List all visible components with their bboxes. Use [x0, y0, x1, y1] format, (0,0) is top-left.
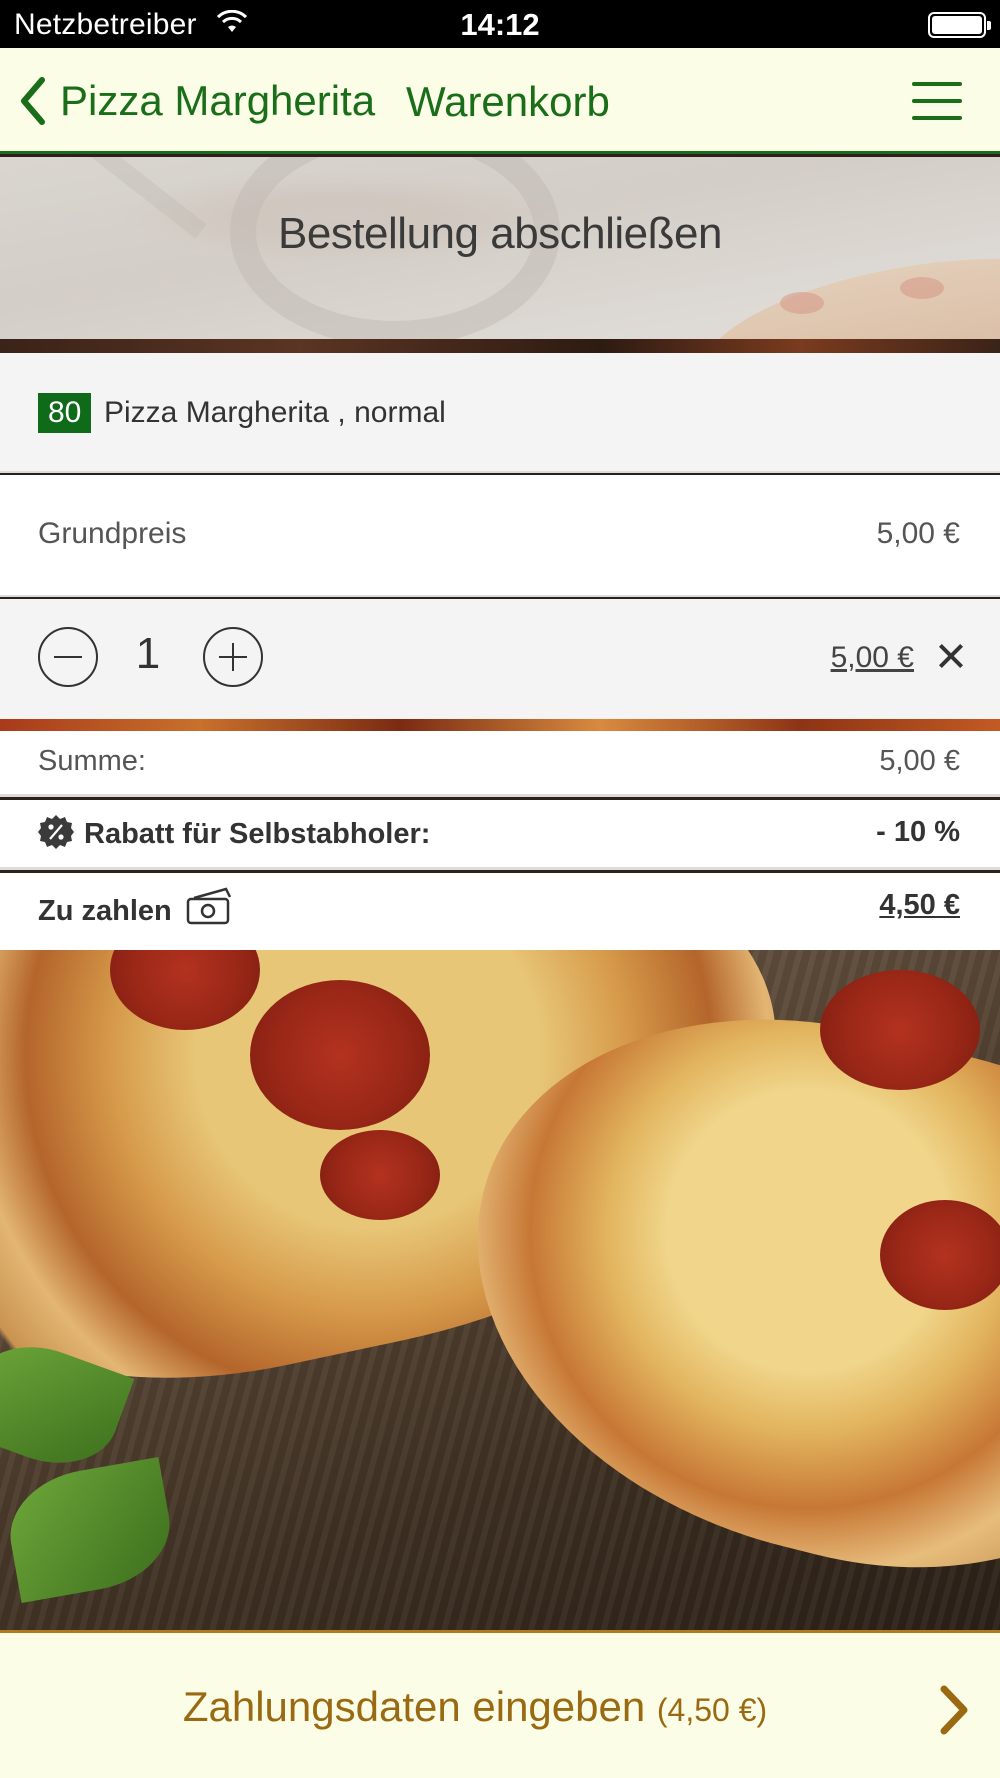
payment-amount: (4,50 €) — [656, 1692, 768, 1728]
hamburger-menu-icon[interactable] — [912, 82, 962, 120]
discount-label: Rabatt für Selbstabholer: — [84, 818, 431, 850]
item-name: Pizza Margherita , normal — [104, 396, 446, 429]
status-bar: Netzbetreiber 14:12 — [0, 0, 1000, 48]
base-price-row: Grundpreis 5,00 € — [0, 475, 1000, 597]
clock: 14:12 — [460, 7, 540, 42]
quantity-value: 1 — [135, 629, 161, 678]
quantity-row: 1 5,00 € — [0, 599, 1000, 719]
discount-value: - 10 % — [876, 816, 960, 848]
sum-row: Summe: 5,00 € — [0, 731, 1000, 797]
navigation-bar: Pizza Margherita Warenkorb — [0, 48, 1000, 154]
chevron-left-icon — [21, 77, 45, 125]
line-total[interactable]: 5,00 € — [831, 641, 914, 675]
cart-item-row: 80 Pizza Margherita , normal — [0, 353, 1000, 473]
remove-item-close-icon[interactable] — [938, 643, 964, 669]
pizza-photo — [0, 950, 1000, 1630]
payment-details-button[interactable]: Zahlungsdaten eingeben (4,50 €) — [0, 1630, 1000, 1778]
amount-due-label: Zu zahlen — [38, 895, 172, 927]
base-price-label: Grundpreis — [38, 517, 187, 550]
decrease-quantity-button[interactable] — [38, 627, 98, 687]
amount-due-row: Zu zahlen 4,50 € — [0, 873, 1000, 950]
hero-title: Bestellung abschließen — [278, 209, 722, 258]
amount-due-value: 4,50 € — [879, 889, 960, 921]
back-button-label: Pizza Margherita — [60, 77, 376, 124]
sum-label: Summe: — [38, 745, 146, 777]
back-button[interactable]: Pizza Margherita — [16, 74, 416, 128]
discount-row: Rabatt für Selbstabholer: - 10 % — [0, 800, 1000, 870]
percent-badge-icon — [38, 815, 74, 849]
increase-quantity-button[interactable] — [203, 627, 263, 687]
chevron-right-icon — [940, 1685, 968, 1735]
battery-icon — [928, 12, 991, 38]
item-number-badge: 80 — [38, 393, 92, 433]
sum-value: 5,00 € — [879, 745, 960, 777]
payment-details-label: Zahlungsdaten eingeben (4,50 €) — [182, 1683, 768, 1730]
base-price-value: 5,00 € — [876, 517, 960, 550]
hero-banner: Bestellung abschließen — [0, 157, 1000, 353]
page-title: Warenkorb — [406, 78, 610, 125]
cash-icon — [186, 887, 232, 925]
